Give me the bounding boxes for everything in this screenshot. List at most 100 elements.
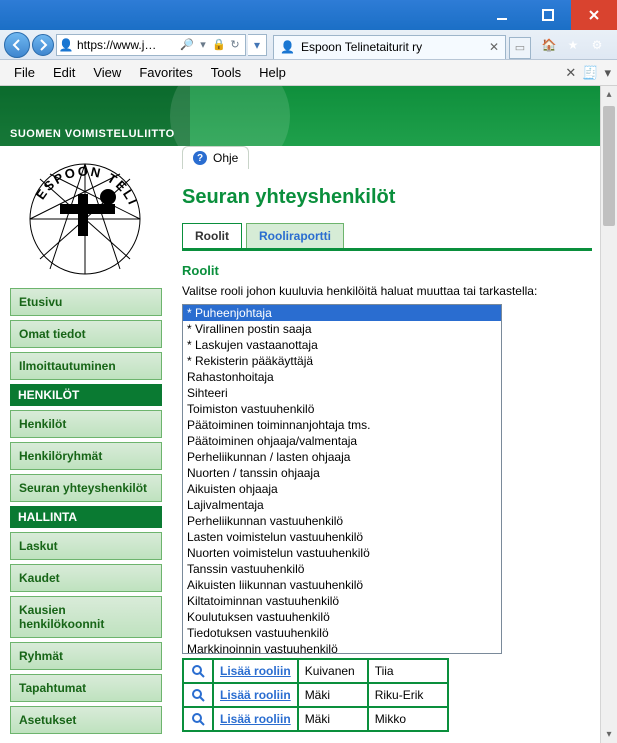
scroll-up-icon[interactable]: ▴ — [601, 86, 617, 103]
tab-close-icon[interactable]: ✕ — [489, 40, 499, 54]
magnifier-icon[interactable] — [190, 663, 206, 679]
role-option[interactable]: Nuorten voimistelun vastuuhenkilö — [183, 545, 501, 561]
table-row: Lisää rooliin KuivanenTiia — [183, 659, 448, 683]
help-tab[interactable]: ? Ohje — [182, 146, 249, 169]
org-name: SUOMEN VOIMISTELULIITTO — [10, 128, 175, 140]
browser-nav-bar: 👤 https://www.j… 🔎 ▾ 🔒 ↻ ▾ 👤 Espoon Teli… — [0, 30, 617, 60]
instruction-text: Valitse rooli johon kuuluvia henkilöitä … — [182, 284, 592, 298]
person-table: Lisää rooliin KuivanenTiia Lisää rooliin Mä… — [182, 658, 449, 732]
add-role-link[interactable]: Lisää rooliin — [220, 712, 291, 726]
window-minimize-button[interactable] — [479, 0, 525, 30]
browser-tab[interactable]: 👤 Espoon Telinetaiturit ry ✕ — [273, 35, 506, 59]
role-option[interactable]: * Rekisterin pääkäyttäjä — [183, 353, 501, 369]
role-option[interactable]: Koulutuksen vastuuhenkilö — [183, 609, 501, 625]
search-dropdown[interactable]: ▾ — [248, 34, 267, 56]
refresh-icon[interactable]: ↻ — [228, 38, 242, 51]
role-option[interactable]: Kiltatoiminnan vastuuhenkilö — [183, 593, 501, 609]
help-icon: ? — [193, 151, 207, 165]
firstname-cell: Mikko — [368, 707, 448, 731]
role-option[interactable]: Perheliikunnan vastuuhenkilö — [183, 513, 501, 529]
sub-heading: Roolit — [182, 263, 592, 278]
sidebar-item-top-2[interactable]: Ilmoittautuminen — [10, 352, 162, 380]
role-option[interactable]: Lajivalmentaja — [183, 497, 501, 513]
firstname-cell: Tiia — [368, 659, 448, 683]
back-button[interactable] — [4, 32, 30, 58]
favorites-icon[interactable]: ★ — [565, 38, 581, 52]
role-option[interactable]: Markkinoinnin vastuuhenkilö — [183, 641, 501, 654]
page-scrollbar[interactable]: ▴ ▾ — [600, 86, 617, 743]
content-tabbar: Roolit Rooliraportti — [182, 223, 592, 251]
sidebar-item-hallinta-5[interactable]: Asetukset — [10, 706, 162, 734]
sidebar-item-hallinta-3[interactable]: Ryhmät — [10, 642, 162, 670]
window-close-button[interactable] — [571, 0, 617, 30]
firstname-cell: Riku-Erik — [368, 683, 448, 707]
menu-tools[interactable]: Tools — [203, 63, 249, 82]
sidebar-item-top-1[interactable]: Omat tiedot — [10, 320, 162, 348]
menu-help[interactable]: Help — [251, 63, 294, 82]
add-role-link[interactable]: Lisää rooliin — [220, 664, 291, 678]
plugin-dropdown-icon[interactable]: ▾ — [604, 65, 611, 81]
main-content: ? Ohje Seuran yhteyshenkilöt Roolit Rool… — [170, 146, 600, 732]
address-bar[interactable]: 👤 https://www.j… 🔎 ▾ 🔒 ↻ — [56, 34, 246, 56]
role-option[interactable]: * Puheenjohtaja — [183, 305, 501, 321]
role-option[interactable]: Perheliikunnan / lasten ohjaaja — [183, 449, 501, 465]
sidebar-item-hallinta-2[interactable]: Kausien henkilökoonnit — [10, 596, 162, 638]
role-option[interactable]: * Laskujen vastaanottaja — [183, 337, 501, 353]
tab-roolit[interactable]: Roolit — [182, 223, 242, 248]
add-role-link[interactable]: Lisää rooliin — [220, 688, 291, 702]
menu-edit[interactable]: Edit — [45, 63, 83, 82]
page-title: Seuran yhteyshenkilöt — [182, 186, 592, 209]
role-option[interactable]: * Virallinen postin saaja — [183, 321, 501, 337]
role-option[interactable]: Lasten voimistelun vastuuhenkilö — [183, 529, 501, 545]
role-option[interactable]: Nuorten / tanssin ohjaaja — [183, 465, 501, 481]
scroll-down-icon[interactable]: ▾ — [601, 726, 617, 743]
sidebar-item-hallinta-0[interactable]: Laskut — [10, 532, 162, 560]
help-label: Ohje — [213, 151, 238, 165]
table-row: Lisää rooliin MäkiRiku-Erik — [183, 683, 448, 707]
new-tab-button[interactable]: ▭ — [509, 37, 531, 59]
url-text: https://www.j… — [75, 38, 180, 52]
menu-file[interactable]: File — [6, 63, 43, 82]
site-identity-icon: 👤 — [57, 38, 75, 52]
role-option[interactable]: Rahastonhoitaja — [183, 369, 501, 385]
lastname-cell: Mäki — [298, 683, 368, 707]
role-option[interactable]: Aikuisten liikunnan vastuuhenkilö — [183, 577, 501, 593]
tab-rooliraportti[interactable]: Rooliraportti — [246, 223, 344, 248]
sidebar-item-hallinta-4[interactable]: Tapahtumat — [10, 674, 162, 702]
sidebar-item-henkilot-0[interactable]: Henkilöt — [10, 410, 162, 438]
favicon-icon: 👤 — [280, 40, 295, 54]
search-icon[interactable]: 🔎 — [180, 38, 194, 51]
role-option[interactable]: Aikuisten ohjaaja — [183, 481, 501, 497]
scroll-thumb[interactable] — [603, 106, 615, 226]
magnifier-icon[interactable] — [190, 687, 206, 703]
forward-button[interactable] — [32, 34, 54, 56]
menu-view[interactable]: View — [85, 63, 129, 82]
close-plugin-icon[interactable]: ✕ — [565, 65, 576, 81]
role-option[interactable]: Päätoiminen ohjaaja/valmentaja — [183, 433, 501, 449]
magnifier-icon[interactable] — [190, 711, 206, 727]
role-option[interactable]: Päätoiminen toiminnanjohtaja tms. — [183, 417, 501, 433]
role-option[interactable]: Toimiston vastuuhenkilö — [183, 401, 501, 417]
window-maximize-button[interactable] — [525, 0, 571, 30]
role-option[interactable]: Tiedotuksen vastuuhenkilö — [183, 625, 501, 641]
blank-tab-icon: ▭ — [515, 41, 525, 54]
home-icon[interactable]: 🏠 — [541, 38, 557, 52]
sidebar-item-henkilot-2[interactable]: Seuran yhteyshenkilöt — [10, 474, 162, 502]
sidebar: ESPOON TELINETAITU EtusivuOmat tiedotIlm… — [0, 146, 170, 743]
role-listbox[interactable]: * Puheenjohtaja* Virallinen postin saaja… — [182, 304, 502, 654]
lastname-cell: Mäki — [298, 707, 368, 731]
tools-gear-icon[interactable]: ⚙ — [589, 38, 605, 52]
sidebar-item-hallinta-1[interactable]: Kaudet — [10, 564, 162, 592]
sidebar-section-hallinta: HALLINTA — [10, 506, 162, 528]
lastname-cell: Kuivanen — [298, 659, 368, 683]
role-option[interactable]: Tanssin vastuuhenkilö — [183, 561, 501, 577]
sidebar-item-henkilot-1[interactable]: Henkilöryhmät — [10, 442, 162, 470]
role-option[interactable]: Sihteeri — [183, 385, 501, 401]
chevron-down-icon[interactable]: ▾ — [196, 38, 210, 51]
browser-menu-bar: File Edit View Favorites Tools Help ✕ 🧾 … — [0, 60, 617, 86]
sidebar-item-top-0[interactable]: Etusivu — [10, 288, 162, 316]
site-header: SUOMEN VOIMISTELULIITTO — [0, 86, 600, 146]
pdf-plugin-icon[interactable]: 🧾 — [582, 65, 598, 81]
menu-favorites[interactable]: Favorites — [131, 63, 200, 82]
table-row: Lisää rooliin MäkiMikko — [183, 707, 448, 731]
